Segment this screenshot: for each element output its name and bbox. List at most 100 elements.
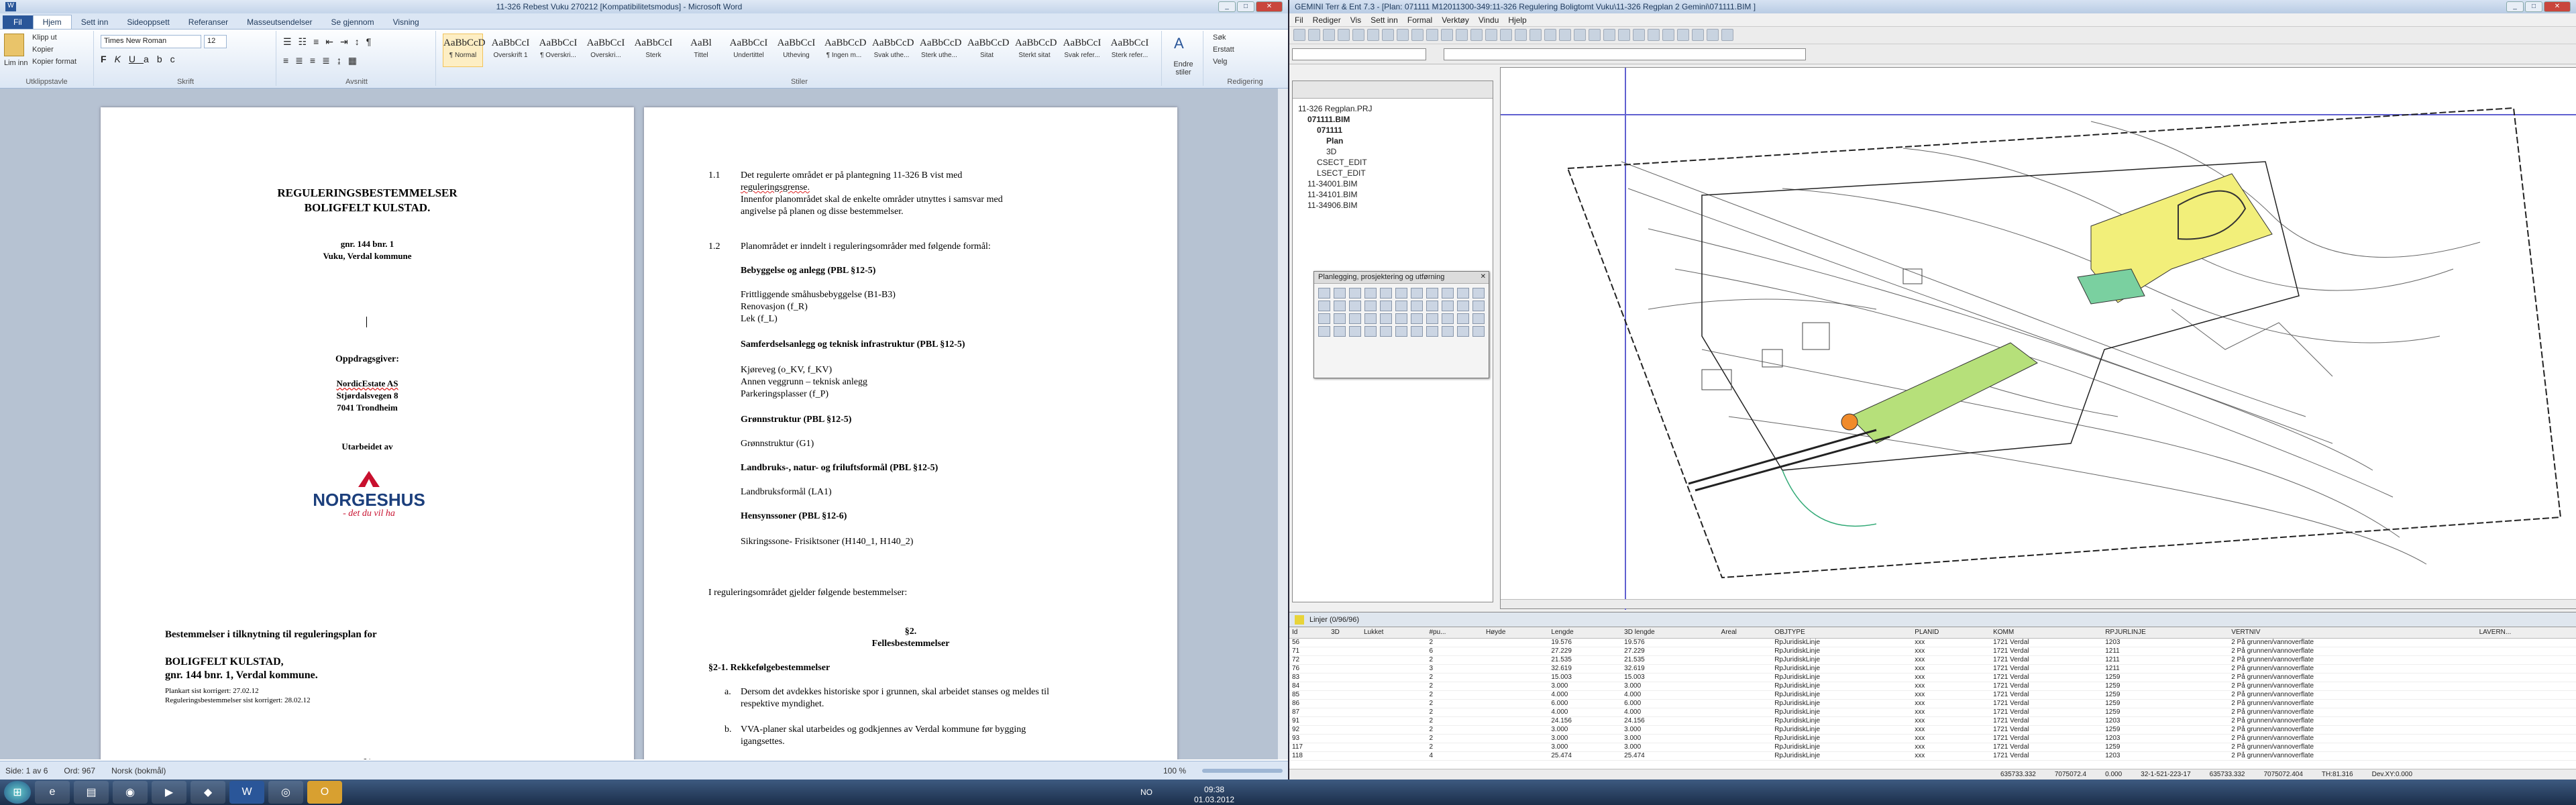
style-9[interactable]: AaBbCcD Svak uthe... <box>871 34 914 67</box>
toolbar-button-icon[interactable] <box>1426 29 1438 41</box>
app-icon[interactable]: ◆ <box>191 781 225 804</box>
style-5[interactable]: AaBl Tittel <box>681 34 721 67</box>
style-1[interactable]: AaBbCcI Overskrift 1 <box>490 34 531 67</box>
cut-button[interactable]: Klipp ut <box>32 34 57 42</box>
palette-tool-icon[interactable] <box>1349 313 1361 324</box>
palette-tool-icon[interactable] <box>1472 301 1485 311</box>
style-12[interactable]: AaBbCcD Sterkt sitat <box>1014 34 1057 67</box>
layer-combo[interactable] <box>1292 48 1426 60</box>
language-indicator[interactable]: NO <box>1140 788 1152 797</box>
column-header[interactable]: Id <box>1289 627 1329 639</box>
minimize-button[interactable]: _ <box>2506 1 2524 12</box>
palette-tool-icon[interactable] <box>1472 313 1485 324</box>
style-2[interactable]: AaBbCcI ¶ Overskri... <box>538 34 578 67</box>
table-row[interactable]: 85 2 4.000 4.000 RpJuridiskLinje xxx 1721 Verd… <box>1289 690 2576 700</box>
column-header[interactable]: VERTNIV <box>2229 627 2477 639</box>
font-size-select[interactable]: 12 <box>204 35 227 48</box>
tab-file[interactable]: Fil <box>3 15 33 29</box>
palette-tool-icon[interactable] <box>1411 313 1423 324</box>
palette-tool-icon[interactable] <box>1395 288 1407 299</box>
page-1[interactable]: REGULERINGSBESTEMMELSER BOLIGFELT KULSTA… <box>101 107 634 759</box>
toolbar-button-icon[interactable] <box>1648 29 1660 41</box>
toolbar-button-icon[interactable] <box>1559 29 1571 41</box>
paste-icon[interactable] <box>4 34 24 56</box>
browser-icon[interactable]: ◎ <box>268 781 303 804</box>
palette-tool-icon[interactable] <box>1426 301 1438 311</box>
toolbar-button-icon[interactable] <box>1500 29 1512 41</box>
style-0[interactable]: AaBbCcD ¶ Normal <box>443 34 486 67</box>
tab-home[interactable]: Hjem <box>32 15 72 29</box>
style-6[interactable]: AaBbCcI Undertittel <box>729 34 769 67</box>
close-icon[interactable]: ✕ <box>1481 273 1486 280</box>
palette-tool-icon[interactable] <box>1426 313 1438 324</box>
column-header[interactable]: Areal <box>1718 627 1772 639</box>
word-logo-icon[interactable]: W <box>5 2 16 11</box>
style-11[interactable]: AaBbCcD Sitat <box>967 34 1010 67</box>
table-row[interactable]: 117 2 3.000 3.000 RpJuridiskLinje xxx 1721 Ver… <box>1289 743 2576 752</box>
ie-icon[interactable]: e <box>35 781 70 804</box>
palette-tool-icon[interactable] <box>1334 288 1346 299</box>
tree-item[interactable]: Plan <box>1326 136 1343 146</box>
table-row[interactable]: 86 2 6.000 6.000 RpJuridiskLinje xxx 1721 Verd… <box>1289 699 2576 708</box>
media-icon[interactable]: ◉ <box>113 781 148 804</box>
toolbar-button-icon[interactable] <box>1677 29 1689 41</box>
table-row[interactable]: 87 2 4.000 4.000 RpJuridiskLinje xxx 1721 Verd… <box>1289 708 2576 717</box>
format-painter-button[interactable]: Kopier format <box>32 58 76 66</box>
toolbar-button-icon[interactable] <box>1382 29 1394 41</box>
tab-references[interactable]: Referanser <box>179 15 237 29</box>
palette-tool-icon[interactable] <box>1318 301 1330 311</box>
palette-tool-icon[interactable] <box>1364 313 1377 324</box>
tree-item[interactable]: 11-34906.BIM <box>1307 201 1358 210</box>
zoom-slider[interactable] <box>1202 768 1283 773</box>
zoom-level[interactable]: 100 % <box>1163 766 1186 775</box>
language[interactable]: Norsk (bokmål) <box>111 766 166 775</box>
table-row[interactable]: 92 2 3.000 3.000 RpJuridiskLinje xxx 1721 Verd… <box>1289 725 2576 735</box>
palette-tool-icon[interactable] <box>1364 301 1377 311</box>
palette-tool-icon[interactable] <box>1349 301 1361 311</box>
palette-tool-icon[interactable] <box>1457 313 1469 324</box>
tree-item[interactable]: 11-34001.BIM <box>1307 179 1358 189</box>
tab-layout[interactable]: Sideoppsett <box>117 15 178 29</box>
table-row[interactable]: 56 2 19.576 19.576 RpJuridiskLinje xxx 1721 Ve… <box>1289 638 2576 647</box>
palette-tool-icon[interactable] <box>1364 288 1377 299</box>
align-buttons[interactable]: ≡≣≡≣↨▦ <box>283 55 364 66</box>
minimize-button[interactable]: _ <box>1218 1 1236 12</box>
column-header[interactable]: Lengde <box>1548 627 1622 639</box>
menu-tools[interactable]: Verktøy <box>1442 15 1469 25</box>
toolbar-button-icon[interactable] <box>1544 29 1556 41</box>
close-button[interactable]: ✕ <box>2544 1 2571 12</box>
column-header[interactable]: 3D <box>1328 627 1361 639</box>
maximize-button[interactable]: □ <box>2525 1 2542 12</box>
toolbar-button-icon[interactable] <box>1603 29 1615 41</box>
palette-tool-icon[interactable] <box>1426 288 1438 299</box>
find-button[interactable]: Søk <box>1213 34 1226 42</box>
toolbar-button-icon[interactable] <box>1529 29 1542 41</box>
menu-file[interactable]: Fil <box>1295 15 1303 25</box>
toolbar-button-icon[interactable] <box>1470 29 1483 41</box>
toolbar-button-icon[interactable] <box>1707 29 1719 41</box>
toolbar-button-icon[interactable] <box>1485 29 1497 41</box>
outlook-icon[interactable]: O <box>307 781 342 804</box>
toolbar-button-icon[interactable] <box>1456 29 1468 41</box>
tree-item[interactable]: 3D <box>1326 147 1336 156</box>
palette-tool-icon[interactable] <box>1457 326 1469 337</box>
palette-tool-icon[interactable] <box>1334 313 1346 324</box>
tab-review[interactable]: Se gjennom <box>322 15 384 29</box>
table-row[interactable]: 93 2 3.000 3.000 RpJuridiskLinje xxx 1721 Verd… <box>1289 734 2576 743</box>
palette-tool-icon[interactable] <box>1334 326 1346 337</box>
column-header[interactable]: LAVERN... <box>2476 627 2576 639</box>
toolbar-button-icon[interactable] <box>1308 29 1320 41</box>
table-row[interactable]: 84 2 3.000 3.000 RpJuridiskLinje xxx 1721 Verd… <box>1289 682 2576 691</box>
toolbar-button-icon[interactable] <box>1662 29 1674 41</box>
palette-tool-icon[interactable] <box>1380 313 1392 324</box>
start-button[interactable]: ⊞ <box>4 781 31 804</box>
toolbar-button-icon[interactable] <box>1293 29 1305 41</box>
palette-tool-icon[interactable] <box>1395 326 1407 337</box>
tab-mailings[interactable]: Masseutsendelser <box>237 15 321 29</box>
change-styles-button[interactable]: Endre stiler <box>1166 60 1201 76</box>
object-combo[interactable] <box>1444 48 1806 60</box>
style-7[interactable]: AaBbCcI Utheving <box>776 34 816 67</box>
palette-tool-icon[interactable] <box>1442 288 1454 299</box>
palette-tool-icon[interactable] <box>1380 301 1392 311</box>
palette-tool-icon[interactable] <box>1411 301 1423 311</box>
